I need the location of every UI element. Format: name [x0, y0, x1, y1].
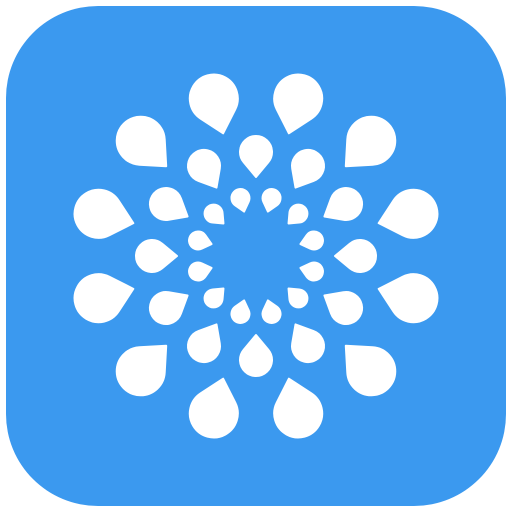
petal-inner	[203, 203, 225, 225]
petal-inner	[203, 287, 225, 309]
petal-outer	[115, 115, 168, 168]
screenshot-canvas	[0, 0, 512, 512]
petal-outer	[344, 115, 397, 168]
petal-outer	[344, 344, 397, 397]
burst-petals-icon	[6, 6, 506, 506]
petal-inner	[287, 287, 309, 309]
icon-background	[6, 6, 506, 506]
petal-inner	[287, 203, 309, 225]
petal-outer	[115, 344, 168, 397]
app-icon[interactable]	[6, 6, 506, 506]
